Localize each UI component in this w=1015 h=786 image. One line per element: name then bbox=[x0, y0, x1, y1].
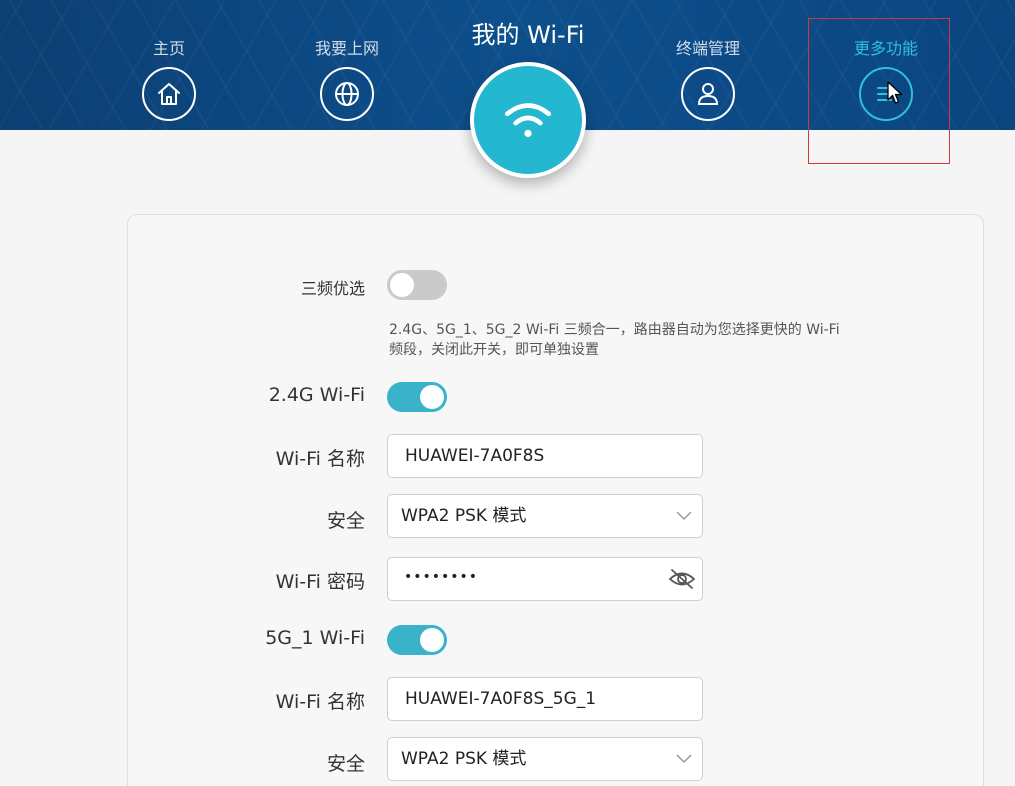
toggle-knob bbox=[390, 273, 414, 297]
wifi-name-5g1-input[interactable]: HUAWEI-7A0F8S_5G_1 bbox=[387, 677, 703, 721]
security-5g1-label: 安全 bbox=[326, 753, 365, 775]
toggle-knob bbox=[420, 628, 444, 652]
wifi-name-24g-label: Wi-Fi 名称 bbox=[275, 448, 365, 470]
nav-home-label: 主页 bbox=[152, 39, 185, 58]
tri-band-hint: 2.4G、5G_1、5G_2 Wi-Fi 三频合一，路由器自动为您选择更快的 W… bbox=[389, 322, 840, 358]
globe-icon bbox=[320, 67, 374, 121]
selection-highlight-box bbox=[808, 18, 950, 164]
chevron-down-icon bbox=[676, 511, 692, 521]
toggle-knob bbox=[420, 385, 444, 409]
band-24g-label: 2.4G Wi-Fi bbox=[268, 384, 365, 406]
tri-band-label: 三频优选 bbox=[300, 279, 365, 298]
wifi-name-24g-value: HUAWEI-7A0F8S bbox=[405, 446, 545, 466]
password-24g-label: Wi-Fi 密码 bbox=[275, 571, 365, 593]
password-24g-input[interactable]: •••••••• bbox=[387, 557, 703, 601]
user-icon bbox=[681, 67, 735, 121]
home-icon bbox=[142, 67, 196, 121]
nav-devices[interactable]: 终端管理 bbox=[638, 38, 778, 121]
wifi-name-24g-input[interactable]: HUAWEI-7A0F8S bbox=[387, 434, 703, 478]
security-5g1-value: WPA2 PSK 模式 bbox=[401, 749, 527, 769]
nav-internet[interactable]: 我要上网 bbox=[277, 38, 417, 121]
security-24g-value: WPA2 PSK 模式 bbox=[401, 506, 527, 526]
nav-home[interactable]: 主页 bbox=[99, 38, 239, 121]
wifi-name-5g1-label: Wi-Fi 名称 bbox=[275, 691, 365, 713]
page-title: 我的 Wi-Fi bbox=[471, 21, 585, 49]
tri-band-toggle[interactable] bbox=[387, 270, 447, 300]
eye-hidden-icon[interactable] bbox=[668, 567, 696, 591]
security-5g1-select[interactable]: WPA2 PSK 模式 bbox=[387, 737, 703, 781]
mouse-cursor-icon bbox=[887, 81, 903, 104]
security-24g-label: 安全 bbox=[326, 510, 365, 532]
band-5g1-label: 5G_1 Wi-Fi bbox=[265, 627, 365, 649]
wifi-name-5g1-value: HUAWEI-7A0F8S_5G_1 bbox=[405, 689, 597, 709]
wifi-icon[interactable] bbox=[470, 62, 586, 178]
nav-devices-label: 终端管理 bbox=[675, 39, 740, 58]
chevron-down-icon bbox=[676, 754, 692, 764]
band-24g-toggle[interactable] bbox=[387, 382, 447, 412]
nav-internet-label: 我要上网 bbox=[314, 39, 379, 58]
security-24g-select[interactable]: WPA2 PSK 模式 bbox=[387, 494, 703, 538]
password-24g-value: •••••••• bbox=[404, 569, 479, 585]
band-5g1-toggle[interactable] bbox=[387, 625, 447, 655]
